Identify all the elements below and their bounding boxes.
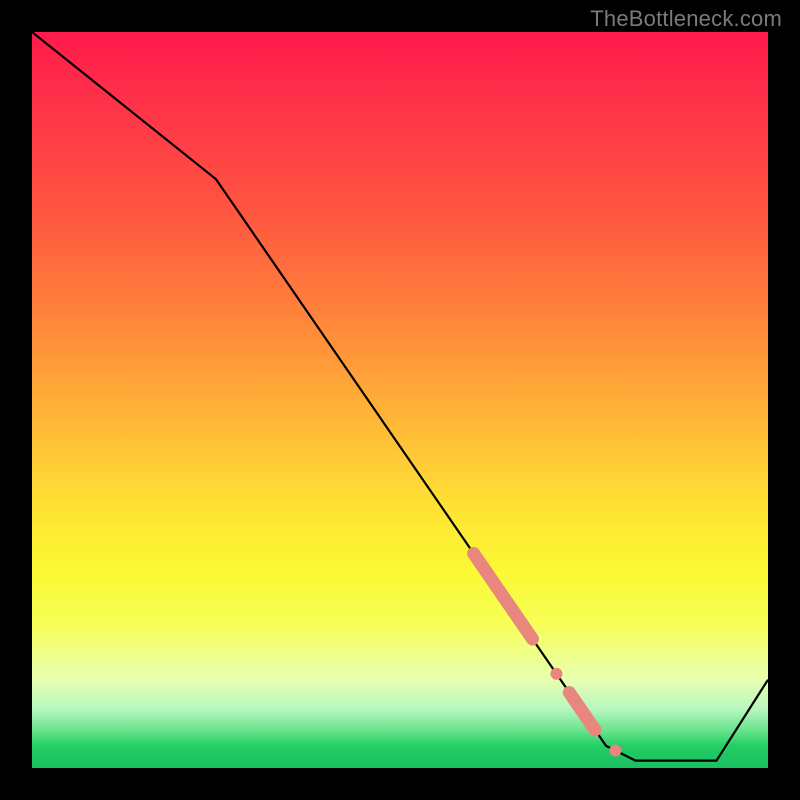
marker-segment [474,553,533,639]
marker-group [474,553,622,756]
marker-dot [550,668,562,680]
chart-frame: TheBottleneck.com [0,0,800,800]
plot-svg [32,32,768,768]
plot-area [32,32,768,768]
marker-segment [569,693,595,730]
marker-dot [609,745,621,757]
watermark-text: TheBottleneck.com [590,6,782,32]
curve-line [32,32,768,761]
